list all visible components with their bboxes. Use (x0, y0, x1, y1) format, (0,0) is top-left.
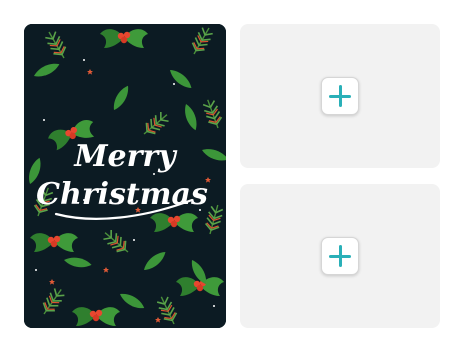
christmas-card-photo[interactable]: Merry Christmas (24, 24, 226, 328)
christmas-card-artwork: Merry Christmas (24, 24, 226, 328)
add-photo-button-bottom[interactable] (321, 237, 359, 275)
greeting-line-1: Merry (73, 139, 178, 174)
plus-icon (329, 85, 351, 107)
add-photo-button-top[interactable] (321, 77, 359, 115)
greeting-line-2: Christmas (36, 177, 208, 212)
empty-photo-slot-top[interactable] (240, 24, 440, 168)
plus-icon (329, 245, 351, 267)
empty-photo-slot-bottom[interactable] (240, 184, 440, 328)
photo-collage-editor: Merry Christmas (0, 0, 464, 352)
